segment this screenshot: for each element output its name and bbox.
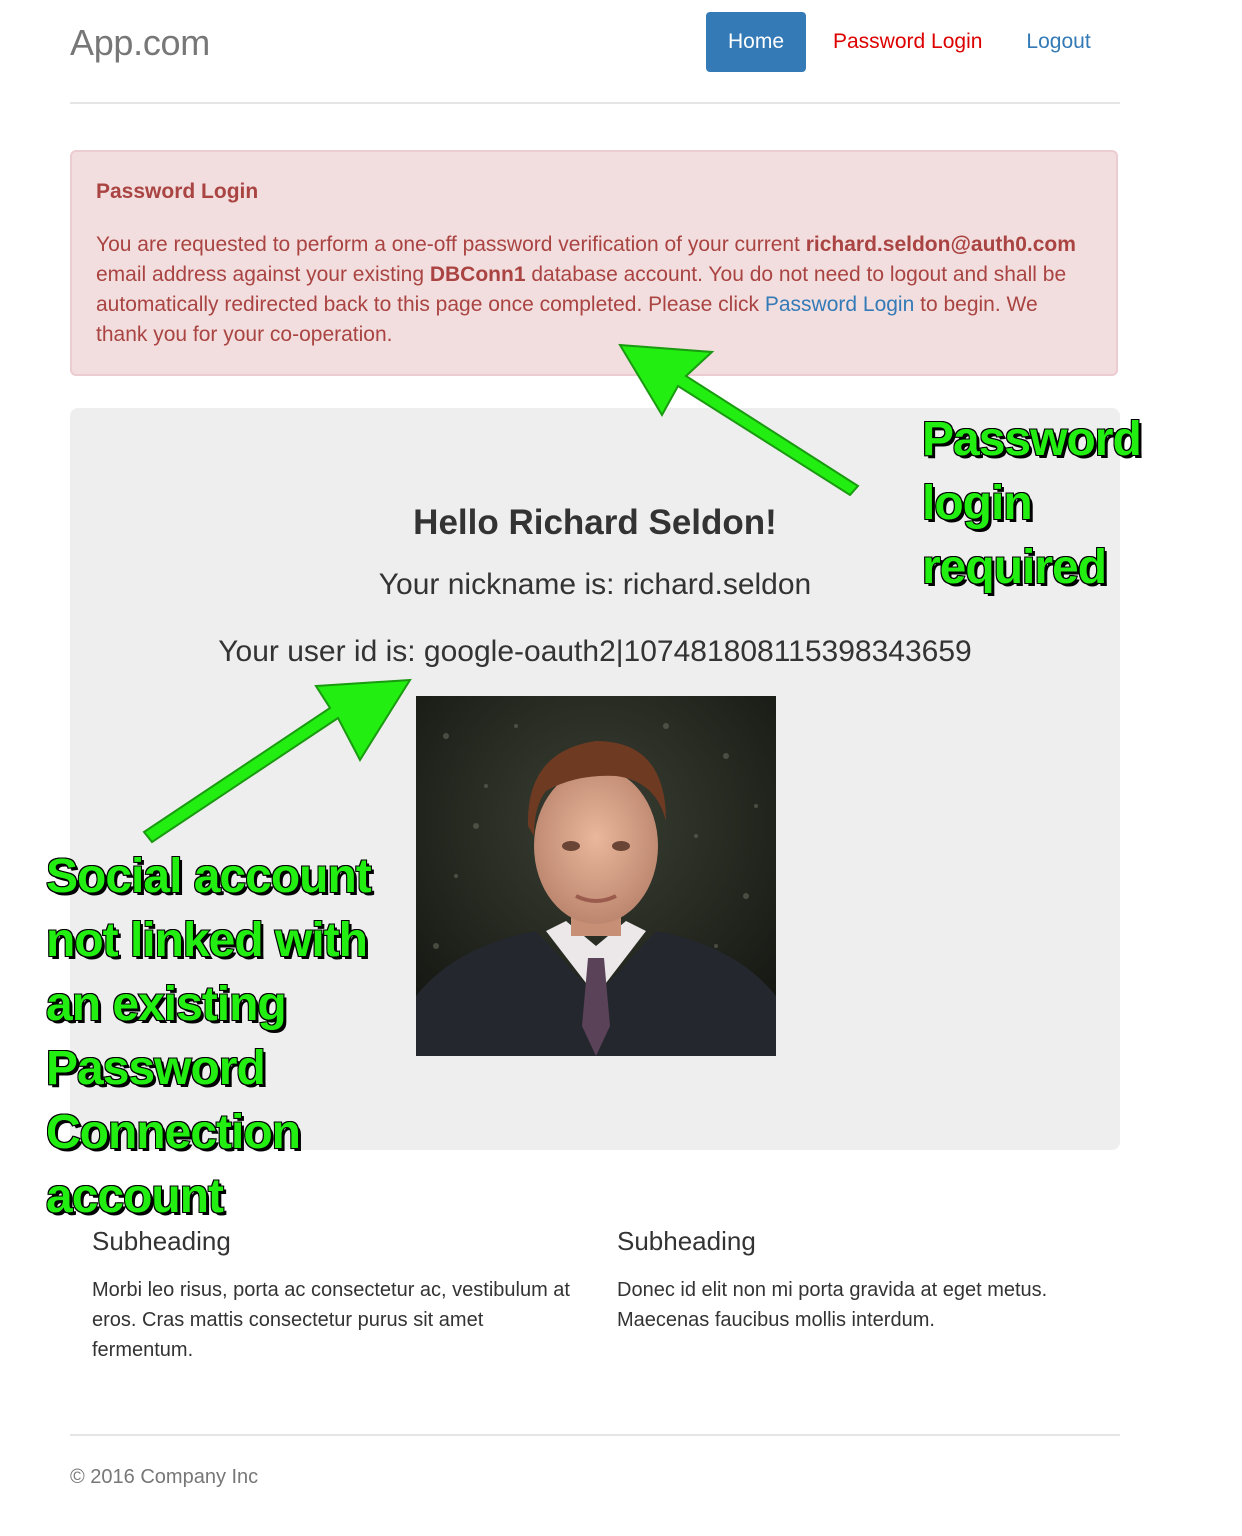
- alert-heading: Password Login: [96, 180, 259, 203]
- annotation-line: login: [921, 476, 1034, 531]
- nav-home[interactable]: Home: [706, 12, 806, 72]
- top-nav: Home Password Login Logout: [706, 12, 1113, 72]
- annotation-password-login-required: Password login required: [921, 408, 1222, 600]
- footer-copyright: © 2016 Company Inc: [70, 1466, 259, 1488]
- brand-logo[interactable]: App.com: [70, 22, 210, 64]
- column-heading: Subheading: [92, 1226, 231, 1256]
- annotation-line: not linked with: [45, 913, 369, 968]
- annotation-line: Password: [45, 1041, 267, 1096]
- alert-text: You are requested to perform a one-off p…: [96, 233, 806, 256]
- alert-email: richard.seldon@auth0.com: [805, 233, 1076, 256]
- column-text: Morbi leo risus, porta ac consectetur ac…: [92, 1279, 570, 1361]
- annotation-line: Connection: [45, 1105, 302, 1160]
- column-heading: Subheading: [617, 1226, 756, 1256]
- password-login-alert: Password Login You are requested to perf…: [70, 150, 1118, 376]
- nav-password-login[interactable]: Password Login: [811, 12, 1004, 72]
- alert-db-name: DBConn1: [429, 263, 526, 286]
- annotation-line: Password: [921, 412, 1143, 467]
- profile-avatar: [416, 696, 776, 1056]
- alert-message: You are requested to perform a one-off p…: [96, 230, 1092, 350]
- column-text: Donec id elit non mi porta gravida at eg…: [617, 1279, 1048, 1331]
- column-right: Subheading Donec id elit non mi porta gr…: [617, 1226, 1097, 1335]
- footer-divider: [70, 1434, 1120, 1436]
- alert-text: email address against your existing: [96, 263, 430, 286]
- annotation-line: account: [45, 1169, 225, 1224]
- alert-password-login-link[interactable]: Password Login: [765, 293, 914, 316]
- annotation-line: required: [921, 540, 1108, 595]
- annotation-social-account: Social account not linked with an existi…: [45, 845, 416, 1229]
- nav-logout[interactable]: Logout: [1004, 12, 1112, 72]
- annotation-line: Social account: [45, 849, 373, 904]
- header-divider: [70, 102, 1120, 104]
- column-left: Subheading Morbi leo risus, porta ac con…: [92, 1226, 572, 1365]
- user-id-text: Your user id is: google-oauth2|107481808…: [218, 635, 972, 668]
- annotation-line: an existing: [45, 977, 288, 1032]
